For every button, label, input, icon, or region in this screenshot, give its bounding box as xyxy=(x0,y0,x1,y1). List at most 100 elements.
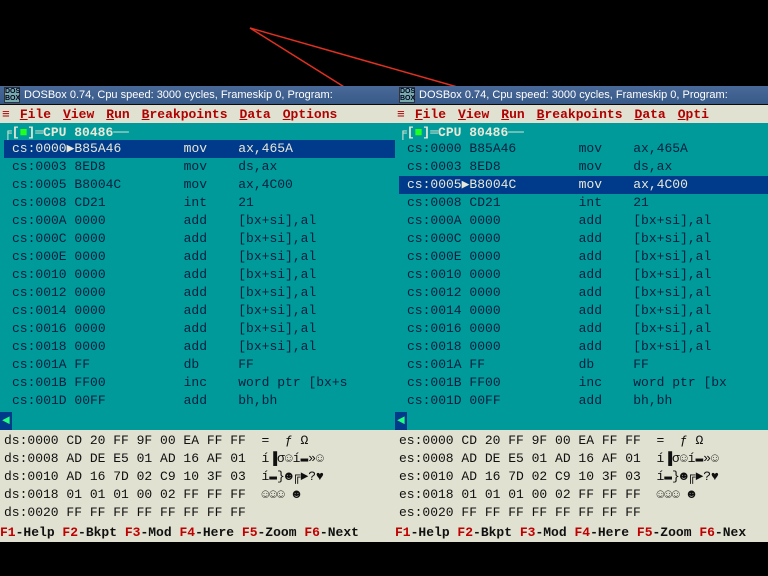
disasm-line[interactable]: cs:0003 8ED8 mov ds,ax xyxy=(4,158,398,176)
disasm-line[interactable]: cs:0005 B8004C mov ax,4C00 xyxy=(4,176,398,194)
disasm-line[interactable]: cs:000C 0000 add [bx+si],al xyxy=(399,230,768,248)
disasm-line[interactable]: cs:0005▶B8004C mov ax,4C00 xyxy=(399,176,768,194)
disasm-line[interactable]: cs:0000 B85A46 mov ax,465A xyxy=(399,140,768,158)
disasm-line[interactable]: cs:0016 0000 add [bx+si],al xyxy=(399,320,768,338)
menu-item-breakpoints[interactable]: Breakpoints xyxy=(142,107,228,122)
disasm-line[interactable]: cs:001B FF00 inc word ptr [bx xyxy=(399,374,768,392)
menu-bar: ≡ File View Run Breakpoints Data Opti xyxy=(395,105,768,123)
dump-line[interactable]: es:0010 AD 16 7D 02 C9 10 3F 03 í▬}☻╔►?♥ xyxy=(399,468,768,486)
menu-item-file[interactable]: File xyxy=(415,107,446,122)
disasm-line[interactable]: cs:0010 0000 add [bx+si],al xyxy=(4,266,398,284)
cpu-pane-title: ╒[■]═CPU 80486── xyxy=(399,125,768,140)
disasm-line[interactable]: cs:001A FF db FF xyxy=(4,356,398,374)
dump-line[interactable]: es:0020 FF FF FF FF FF FF FF FF xyxy=(399,504,768,522)
disasm-line[interactable]: cs:0003 8ED8 mov ds,ax xyxy=(399,158,768,176)
fkey-action[interactable]: -Help xyxy=(16,525,63,540)
fkey-label[interactable]: F4 xyxy=(574,525,590,540)
dump-line[interactable]: es:0000 CD 20 FF 9F 00 EA FF FF = ƒ Ω xyxy=(399,432,768,450)
disasm-line[interactable]: cs:0008 CD21 int 21 xyxy=(4,194,398,212)
dump-line[interactable]: ds:0010 AD 16 7D 02 C9 10 3F 03 í▬}☻╔►?♥ xyxy=(4,468,398,486)
fkey-label[interactable]: F4 xyxy=(179,525,195,540)
dosbox-icon: DOS BOX xyxy=(4,87,20,103)
menu-item-run[interactable]: Run xyxy=(501,107,524,122)
pane-scroll-indicator[interactable]: ◄ xyxy=(395,412,768,430)
pane-scroll-indicator[interactable]: ◄ xyxy=(0,412,398,430)
system-menu-icon[interactable]: ≡ xyxy=(397,107,405,122)
fkey-action[interactable]: -Zoom xyxy=(258,525,305,540)
scroll-left-icon[interactable]: ◄ xyxy=(0,412,12,430)
cpu-pane-title: ╒[■]═CPU 80486── xyxy=(4,125,398,140)
dump-line[interactable]: es:0018 01 01 01 00 02 FF FF FF ☺☺☺ ☻ xyxy=(399,486,768,504)
menu-item-options[interactable]: Options xyxy=(283,107,338,122)
disasm-line[interactable]: cs:001D 00FF add bh,bh xyxy=(4,392,398,410)
disasm-line[interactable]: cs:0012 0000 add [bx+si],al xyxy=(399,284,768,302)
fkey-label[interactable]: F2 xyxy=(457,525,473,540)
debugger-window-right: DOS BOX DOSBox 0.74, Cpu speed: 3000 cycl… xyxy=(395,86,768,576)
fkey-action[interactable]: -Zoom xyxy=(653,525,700,540)
fkey-action[interactable]: -Nex xyxy=(715,525,746,540)
disasm-line[interactable]: cs:000A 0000 add [bx+si],al xyxy=(399,212,768,230)
menu-item-data[interactable]: Data xyxy=(240,107,271,122)
disasm-line[interactable]: cs:0008 CD21 int 21 xyxy=(399,194,768,212)
disasm-line[interactable]: cs:0018 0000 add [bx+si],al xyxy=(4,338,398,356)
menu-item-view[interactable]: View xyxy=(458,107,489,122)
fkey-label[interactable]: F6 xyxy=(699,525,715,540)
menu-item-view[interactable]: View xyxy=(63,107,94,122)
dosbox-icon: DOS BOX xyxy=(399,87,415,103)
system-menu-icon[interactable]: ≡ xyxy=(2,107,10,122)
fkey-label[interactable]: F3 xyxy=(520,525,536,540)
fkey-label[interactable]: F1 xyxy=(0,525,16,540)
fkey-label[interactable]: F5 xyxy=(242,525,258,540)
menu-item-file[interactable]: File xyxy=(20,107,51,122)
menu-bar: ≡ File View Run Breakpoints Data Options xyxy=(0,105,398,123)
menu-item-data[interactable]: Data xyxy=(635,107,666,122)
disasm-line[interactable]: cs:0010 0000 add [bx+si],al xyxy=(399,266,768,284)
scroll-left-icon[interactable]: ◄ xyxy=(395,412,407,430)
cpu-disassembly-pane[interactable]: ╒[■]═CPU 80486──cs:0000▶B85A46 mov ax,46… xyxy=(0,123,398,412)
memory-dump-pane[interactable]: es:0000 CD 20 FF 9F 00 EA FF FF = ƒ Ωes:… xyxy=(395,430,768,524)
disasm-line[interactable]: cs:001B FF00 inc word ptr [bx+s xyxy=(4,374,398,392)
fkey-label[interactable]: F6 xyxy=(304,525,320,540)
fkey-label[interactable]: F2 xyxy=(62,525,78,540)
window-titlebar[interactable]: DOS BOX DOSBox 0.74, Cpu speed: 3000 cycl… xyxy=(395,86,768,105)
dump-line[interactable]: ds:0000 CD 20 FF 9F 00 EA FF FF = ƒ Ω xyxy=(4,432,398,450)
dump-line[interactable]: ds:0018 01 01 01 00 02 FF FF FF ☺☺☺ ☻ xyxy=(4,486,398,504)
dump-line[interactable]: es:0008 AD DE E5 01 AD 16 AF 01 í▐σ☺í▬»☺ xyxy=(399,450,768,468)
menu-item-run[interactable]: Run xyxy=(106,107,129,122)
fkey-action[interactable]: -Mod xyxy=(140,525,179,540)
disasm-line[interactable]: cs:0016 0000 add [bx+si],al xyxy=(4,320,398,338)
status-bar: F1-Help F2-Bkpt F3-Mod F4-Here F5-Zoom F… xyxy=(0,524,398,542)
menu-item-opti[interactable]: Opti xyxy=(678,107,709,122)
window-titlebar[interactable]: DOS BOX DOSBox 0.74, Cpu speed: 3000 cycl… xyxy=(0,86,398,105)
disasm-line[interactable]: cs:0014 0000 add [bx+si],al xyxy=(4,302,398,320)
disasm-line[interactable]: cs:000E 0000 add [bx+si],al xyxy=(4,248,398,266)
fkey-label[interactable]: F5 xyxy=(637,525,653,540)
fkey-action[interactable]: -Help xyxy=(411,525,458,540)
dump-line[interactable]: ds:0008 AD DE E5 01 AD 16 AF 01 í▐σ☺í▬»☺ xyxy=(4,450,398,468)
disasm-line[interactable]: cs:0014 0000 add [bx+si],al xyxy=(399,302,768,320)
window-title: DOSBox 0.74, Cpu speed: 3000 cycles, Fra… xyxy=(419,89,728,101)
disasm-line[interactable]: cs:000C 0000 add [bx+si],al xyxy=(4,230,398,248)
disasm-line[interactable]: cs:000E 0000 add [bx+si],al xyxy=(399,248,768,266)
dump-line[interactable]: ds:0020 FF FF FF FF FF FF FF FF xyxy=(4,504,398,522)
fkey-action[interactable]: -Bkpt xyxy=(473,525,520,540)
window-title: DOSBox 0.74, Cpu speed: 3000 cycles, Fra… xyxy=(24,89,333,101)
disasm-line[interactable]: cs:000A 0000 add [bx+si],al xyxy=(4,212,398,230)
disasm-line[interactable]: cs:0000▶B85A46 mov ax,465A xyxy=(4,140,398,158)
debugger-window-left: DOS BOX DOSBox 0.74, Cpu speed: 3000 cycl… xyxy=(0,86,398,576)
fkey-action[interactable]: -Mod xyxy=(535,525,574,540)
memory-dump-pane[interactable]: ds:0000 CD 20 FF 9F 00 EA FF FF = ƒ Ωds:… xyxy=(0,430,398,524)
fkey-label[interactable]: F1 xyxy=(395,525,411,540)
status-bar: F1-Help F2-Bkpt F3-Mod F4-Here F5-Zoom F… xyxy=(395,524,768,542)
disasm-line[interactable]: cs:0012 0000 add [bx+si],al xyxy=(4,284,398,302)
fkey-action[interactable]: -Bkpt xyxy=(78,525,125,540)
menu-item-breakpoints[interactable]: Breakpoints xyxy=(537,107,623,122)
fkey-action[interactable]: -Here xyxy=(195,525,242,540)
disasm-line[interactable]: cs:0018 0000 add [bx+si],al xyxy=(399,338,768,356)
disasm-line[interactable]: cs:001A FF db FF xyxy=(399,356,768,374)
fkey-label[interactable]: F3 xyxy=(125,525,141,540)
fkey-action[interactable]: -Next xyxy=(320,525,359,540)
cpu-disassembly-pane[interactable]: ╒[■]═CPU 80486──cs:0000 B85A46 mov ax,46… xyxy=(395,123,768,412)
disasm-line[interactable]: cs:001D 00FF add bh,bh xyxy=(399,392,768,410)
fkey-action[interactable]: -Here xyxy=(590,525,637,540)
